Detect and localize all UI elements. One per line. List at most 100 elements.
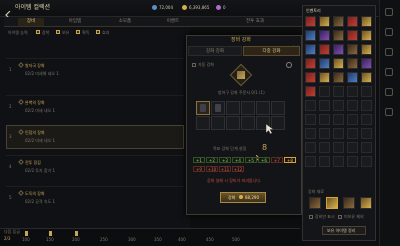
inventory-empty-slot[interactable] [361,142,372,153]
inventory-empty-slot[interactable] [305,114,316,125]
inventory-item-slot[interactable] [319,16,330,27]
inventory-item-slot[interactable] [319,44,330,55]
inventory-item-slot[interactable] [347,30,358,41]
level-button-selected[interactable]: +8 [284,157,296,163]
level-button[interactable]: +7 [271,157,283,163]
tab-combat-effect[interactable]: 전투 효과 [240,18,270,26]
inventory-item-slot[interactable] [319,30,330,41]
list-icon[interactable] [385,108,393,116]
filter-option[interactable]: 보유 [62,31,69,35]
inventory-item-slot[interactable] [361,30,372,41]
filter-checkbox[interactable] [96,30,100,34]
level-button[interactable]: +11 [219,166,231,172]
inventory-item-slot[interactable] [333,16,344,27]
gear-icon[interactable] [286,62,292,68]
inventory-empty-slot[interactable] [333,156,344,167]
close-icon[interactable] [292,37,299,52]
sword-icon[interactable] [385,48,393,56]
inventory-item-slot[interactable] [305,44,316,55]
inventory-empty-slot[interactable] [305,128,316,139]
inventory-empty-slot[interactable] [333,142,344,153]
level-button[interactable]: +5 [245,157,257,163]
collection-row-selected[interactable] [6,125,184,149]
level-button[interactable]: +4 [232,157,244,163]
tab-event[interactable]: 이벤트 [160,18,186,26]
collection-row[interactable] [6,186,184,210]
inventory-item-slot[interactable] [319,72,330,83]
inventory-item-slot[interactable] [347,16,358,27]
collection-row[interactable] [6,95,184,119]
material-slot[interactable] [360,197,372,209]
inventory-empty-slot[interactable] [347,142,358,153]
collection-row[interactable] [6,58,184,82]
inventory-empty-slot[interactable] [347,114,358,125]
material-slot[interactable] [226,116,240,130]
inventory-item-slot[interactable] [361,44,372,55]
inventory-empty-slot[interactable] [361,86,372,97]
scroll-icon[interactable] [385,68,393,76]
level-button[interactable]: +3 [219,157,231,163]
auto-enhance-checkbox[interactable] [192,63,196,67]
inventory-item-slot[interactable] [347,72,358,83]
inventory-empty-slot[interactable] [319,100,330,111]
material-slot[interactable] [309,197,321,209]
inventory-empty-slot[interactable] [319,86,330,97]
material-slot[interactable] [326,197,338,209]
level-button[interactable]: +2 [206,157,218,163]
tab-normal-enhance[interactable]: 강화 강화 [188,46,242,56]
inventory-item-slot[interactable] [333,58,344,69]
material-slot[interactable] [271,101,285,115]
back-icon[interactable] [5,4,12,20]
bag-icon[interactable] [385,8,393,16]
material-slot[interactable] [343,197,355,209]
inventory-empty-slot[interactable] [333,100,344,111]
inventory-item-slot[interactable] [305,16,316,27]
gem-icon[interactable] [385,88,393,96]
inventory-item-slot[interactable] [305,58,316,69]
inventory-empty-slot[interactable] [361,156,372,167]
inventory-empty-slot[interactable] [319,128,330,139]
inventory-item-slot[interactable] [347,44,358,55]
inventory-item-slot[interactable] [333,72,344,83]
inventory-empty-slot[interactable] [305,100,316,111]
inventory-empty-slot[interactable] [347,156,358,167]
inventory-empty-slot[interactable] [319,114,330,125]
grid-icon[interactable] [385,28,393,36]
tab-items[interactable]: 아임템 [62,18,88,26]
inventory-empty-slot[interactable] [319,156,330,167]
material-slot[interactable] [226,101,240,115]
inventory-item-slot[interactable] [333,30,344,41]
level-button[interactable]: +1 [193,157,205,163]
inventory-empty-slot[interactable] [305,156,316,167]
tab-equipment[interactable]: 장비 [18,18,44,26]
inventory-empty-slot[interactable] [333,114,344,125]
inventory-item-slot[interactable] [361,16,372,27]
chevron-right-icon[interactable] [255,146,260,162]
inventory-item-slot[interactable] [305,86,316,97]
level-button[interactable]: +10 [206,166,218,172]
filter-checkbox[interactable] [76,30,80,34]
level-button[interactable]: +6 [258,157,270,163]
filter-checkbox[interactable] [338,215,342,219]
filter-checkbox[interactable] [309,215,313,219]
inventory-item-slot[interactable] [361,72,372,83]
inventory-empty-slot[interactable] [361,114,372,125]
inventory-item-slot[interactable] [333,44,344,55]
inventory-item-slot[interactable] [319,58,330,69]
inventory-item-slot[interactable] [305,30,316,41]
level-button[interactable]: +9 [193,166,205,172]
inventory-empty-slot[interactable] [333,86,344,97]
filter-option[interactable]: 장착 [42,31,49,35]
inventory-empty-slot[interactable] [319,142,330,153]
inventory-item-slot[interactable] [361,58,372,69]
level-button[interactable]: +12 [232,166,244,172]
material-slot[interactable] [241,116,255,130]
inventory-empty-slot[interactable] [305,142,316,153]
inventory-item-slot[interactable] [305,72,316,83]
enhance-button[interactable] [220,192,266,203]
inventory-empty-slot[interactable] [361,100,372,111]
inventory-empty-slot[interactable] [347,128,358,139]
inventory-empty-slot[interactable] [361,128,372,139]
tab-multi-enhance[interactable]: 다중 강화 [243,46,300,56]
inventory-empty-slot[interactable] [333,128,344,139]
